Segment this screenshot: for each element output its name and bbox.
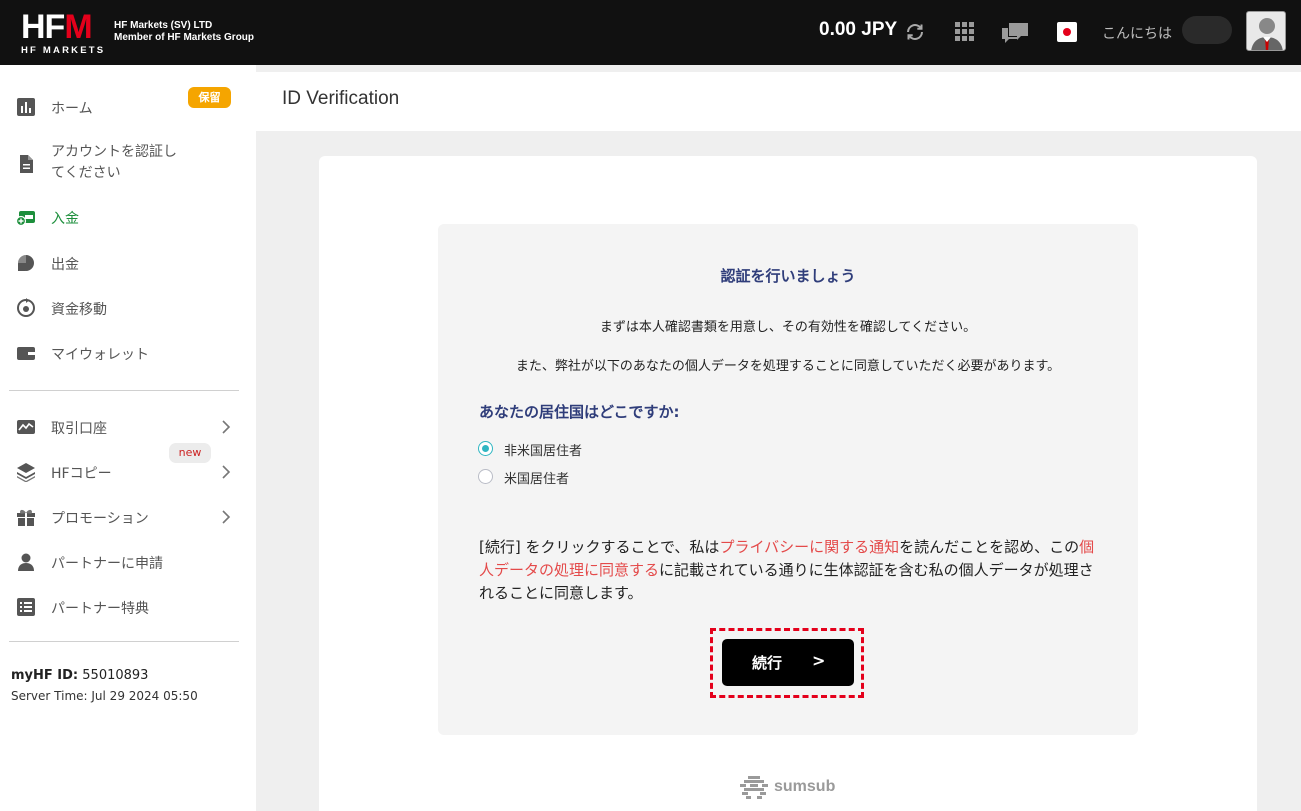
sidebar-item-label: パートナーに申請 xyxy=(51,556,163,572)
consent-part: を読んだことを認め、この xyxy=(899,538,1080,556)
avatar[interactable] xyxy=(1246,11,1286,51)
list-icon xyxy=(17,598,35,616)
bar-chart-icon xyxy=(17,98,35,116)
continue-button[interactable]: 続行 > xyxy=(722,639,854,686)
sumsub-logo: sumsub xyxy=(738,775,842,801)
sidebar-item-withdraw[interactable]: 出金 xyxy=(0,243,256,283)
sidebar-item-hf-copy[interactable]: HFコピー xyxy=(0,452,256,492)
transfer-icon xyxy=(17,298,35,317)
company-name: HF Markets (SV) LTD xyxy=(114,20,213,31)
sidebar-item-label: 資金移動 xyxy=(51,302,107,318)
user-name-pill[interactable] xyxy=(1182,16,1232,44)
top-bar: HFM HF MARKETS HF Markets (SV) LTD Membe… xyxy=(0,0,1301,65)
account-balance: 0.00 JPY xyxy=(819,19,898,40)
residence-question: あなたの居住国はどこですか: xyxy=(479,403,680,421)
sidebar-item-label: マイウォレット xyxy=(51,347,149,363)
hfm-logo[interactable]: HFM HF MARKETS xyxy=(21,8,106,56)
privacy-notice-link[interactable]: プライバシーに関する通知 xyxy=(719,538,899,556)
instruction-text: まずは本人確認書類を用意し、その有効性を確認してください。 xyxy=(599,320,977,335)
sidebar-item-label: 出金 xyxy=(51,257,79,273)
sidebar-item-deposit[interactable]: 入金 xyxy=(0,197,256,237)
logo-mark: HFM xyxy=(21,8,93,46)
chevron-right-icon xyxy=(222,510,231,524)
continue-arrow: > xyxy=(812,651,826,670)
myhf-id-value: 55010893 xyxy=(82,668,149,683)
consent-part: [続行] をクリックすることで、私は xyxy=(479,538,720,556)
apps-grid-icon[interactable] xyxy=(955,22,975,42)
sidebar-item-my-wallet[interactable]: マイウォレット xyxy=(0,333,256,373)
myhf-id-label: myHF ID: xyxy=(11,668,79,683)
sidebar-item-label: 入金 xyxy=(51,211,79,227)
sidebar-item-promotions[interactable]: プロモーション xyxy=(0,497,256,537)
withdraw-icon xyxy=(18,255,34,271)
sidebar-divider xyxy=(9,641,239,642)
japan-flag-icon[interactable] xyxy=(1057,22,1077,42)
chevron-right-icon xyxy=(222,465,231,479)
radio-button[interactable] xyxy=(478,469,493,484)
sidebar-item-label: プロモーション xyxy=(51,511,149,527)
gift-icon xyxy=(17,509,35,526)
sidebar-item-label: パートナー特典 xyxy=(51,601,149,617)
sidebar-item-label: ホーム xyxy=(51,101,93,117)
new-badge: new xyxy=(169,443,211,463)
logo-subtitle: HF MARKETS xyxy=(21,45,106,56)
sidebar-item-transfer[interactable]: 資金移動 xyxy=(0,288,256,328)
document-icon xyxy=(20,155,33,173)
sumsub-text: sumsub xyxy=(774,778,836,795)
consent-requirement-text: また、弊社が以下のあなたの個人データを処理することに同意していただく必要がありま… xyxy=(515,359,1061,374)
radio-button-selected[interactable] xyxy=(478,441,493,456)
person-icon xyxy=(18,553,34,571)
sidebar-item-label: アカウントを認証してください xyxy=(51,144,177,181)
sidebar-item-partner-benefits[interactable]: パートナー特典 xyxy=(0,587,256,627)
chat-icon[interactable] xyxy=(1001,21,1030,45)
trading-chart-icon xyxy=(17,420,35,434)
layers-icon xyxy=(17,463,35,482)
continue-button-label: 続行 xyxy=(752,654,783,672)
sidebar-item-become-partner[interactable]: パートナーに申請 xyxy=(0,542,256,582)
sidebar-item-verify-account[interactable]: アカウントを認証してください xyxy=(0,142,256,184)
consent-text: [続行] をクリックすることで、私はプライバシーに関する通知を読んだことを認め、… xyxy=(479,536,1099,605)
radio-label: 米国居住者 xyxy=(504,472,570,487)
panel-title: 認証を行いましょう xyxy=(720,267,856,285)
radio-label: 非米国居住者 xyxy=(504,444,583,459)
greeting-text: こんにちは xyxy=(1102,26,1172,42)
server-time: Server Time: Jul 29 2024 05:50 xyxy=(11,689,198,703)
deposit-icon xyxy=(16,211,35,227)
myhf-id: myHF ID: 55010893 xyxy=(11,668,148,683)
user-avatar-icon xyxy=(1251,18,1283,50)
page-title: ID Verification xyxy=(282,88,400,109)
sumsub-logo-icon xyxy=(740,776,768,799)
company-info: HF Markets (SV) LTD Member of HF Markets… xyxy=(114,20,254,44)
sidebar-item-label: 取引口座 xyxy=(51,421,107,437)
status-badge-pending: 保留 xyxy=(188,87,231,108)
refresh-icon[interactable] xyxy=(904,21,926,43)
wallet-icon xyxy=(17,347,35,360)
page-header xyxy=(256,72,1301,131)
company-group: Member of HF Markets Group xyxy=(114,32,255,43)
chevron-right-icon xyxy=(222,420,231,434)
sidebar-item-label: HFコピー xyxy=(51,466,112,482)
sidebar-divider xyxy=(9,390,239,391)
sidebar-item-trading-accounts[interactable]: 取引口座 xyxy=(0,407,256,447)
